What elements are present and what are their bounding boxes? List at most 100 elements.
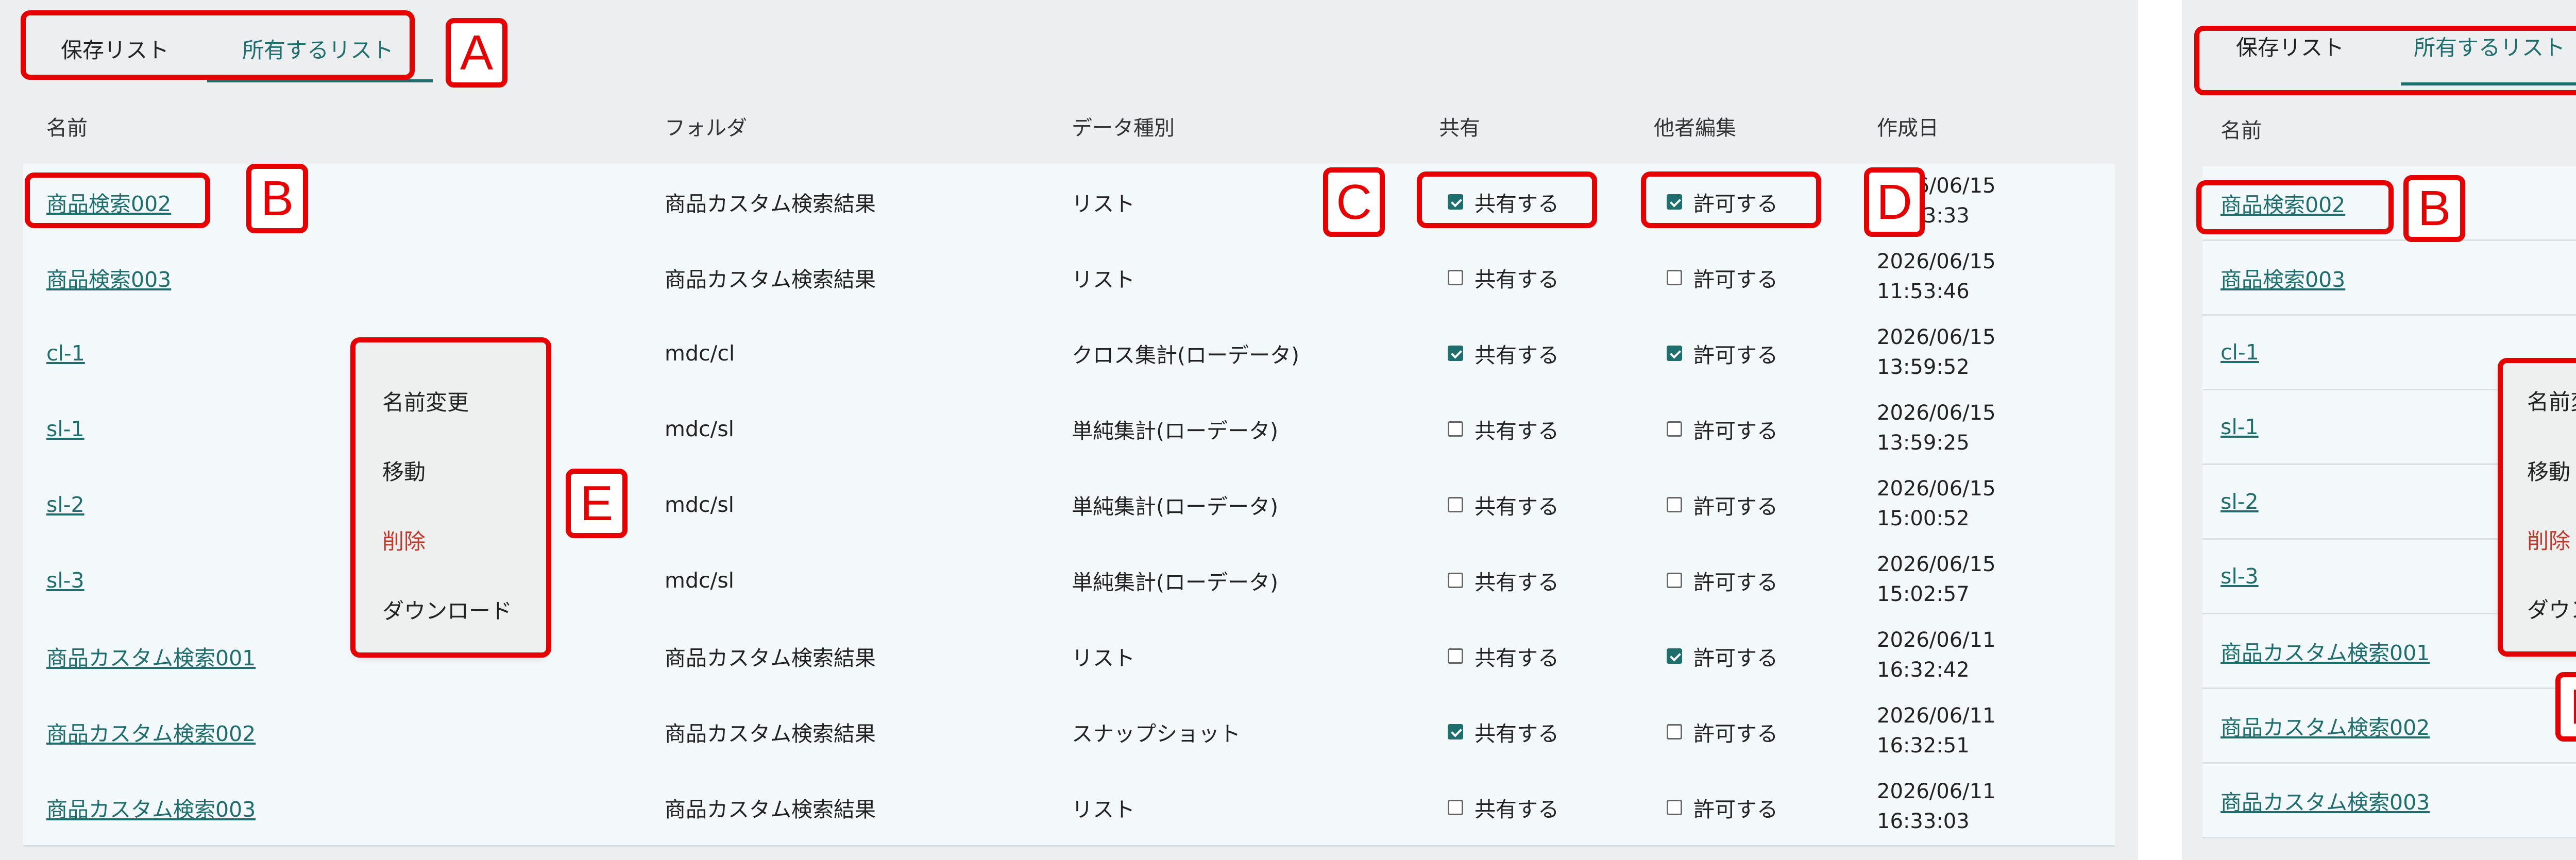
row-created: 2026/06/15 13:59:25 — [1877, 391, 1996, 458]
others-edit-checkbox[interactable] — [1667, 648, 1682, 664]
share-checkbox[interactable] — [1448, 572, 1463, 588]
row-created: 2026/06/11 16:32:51 — [1877, 694, 1996, 761]
annotation-box-c-edit — [1641, 171, 1821, 228]
created-time: 16:32:51 — [1877, 734, 1970, 758]
row-data-type: リスト — [1072, 645, 1135, 670]
row-data-type: 単純集計(ローデータ) — [1072, 494, 1278, 519]
row-name-cell: sl-3 — [2221, 540, 2259, 613]
row-folder: mdc/cl — [665, 340, 735, 366]
share-label: 共有する — [1475, 267, 1559, 292]
row-created: 2026/06/11 16:32:42 — [1877, 618, 1996, 685]
row-edit-cell: 許可する — [1667, 315, 1778, 391]
row-name-link[interactable]: 商品カスタム検索001 — [46, 641, 256, 672]
others-edit-checkbox[interactable] — [1667, 496, 1682, 512]
others-edit-checkbox[interactable] — [1667, 724, 1682, 739]
table-row: 商品検索003 — [2202, 241, 2576, 316]
column-header-share: 共有 — [1439, 116, 1480, 140]
row-share-cell: 共有する — [1448, 769, 1559, 845]
column-header-folder: フォルダ — [665, 116, 747, 140]
annotation-label-d: D — [1864, 167, 1925, 237]
share-checkbox[interactable] — [1448, 269, 1463, 285]
row-edit-cell: 許可する — [1667, 542, 1778, 618]
share-checkbox[interactable] — [1448, 724, 1463, 739]
saved-lists-panel-desktop: 保存リスト 所有するリスト 名前 フォルダ データ種別 共有 他者編集 作成日 … — [0, 0, 2138, 860]
share-checkbox[interactable] — [1448, 648, 1463, 664]
row-name-cell: sl-1 — [2221, 390, 2259, 463]
row-data-type: クロス集計(ローデータ) — [1072, 342, 1299, 368]
row-name-link[interactable]: 商品カスタム検索001 — [2221, 635, 2430, 666]
annotation-box-c — [1417, 171, 1597, 228]
annotation-label-c: C — [1323, 167, 1385, 237]
created-date: 2026/06/11 — [1877, 780, 1996, 803]
row-name-link[interactable]: sl-3 — [2221, 564, 2259, 589]
share-label: 共有する — [1475, 721, 1559, 746]
annotation-label-b-narrow: B — [2403, 175, 2465, 242]
table-row: cl-1 mdc/cl クロス集計(ローデータ) 共有する 許可する 2026/06/15… — [23, 315, 2115, 392]
row-name-link[interactable]: 商品カスタム検索003 — [46, 792, 256, 823]
row-created: 2026/06/15 13:59:52 — [1877, 315, 1996, 382]
row-name-link[interactable]: sl-2 — [2221, 489, 2259, 514]
column-header-others-edit: 他者編集 — [1654, 116, 1736, 140]
row-share-cell: 共有する — [1448, 542, 1559, 618]
row-name-link[interactable]: 商品カスタム検索002 — [2221, 710, 2430, 741]
created-time: 15:00:52 — [1877, 507, 1970, 530]
created-date: 2026/06/15 — [1877, 477, 1996, 501]
others-edit-label: 許可する — [1693, 342, 1778, 368]
row-name-cell: 商品カスタム検索003 — [2221, 764, 2430, 837]
annotation-box-a — [21, 10, 415, 80]
row-edit-cell: 許可する — [1667, 391, 1778, 467]
share-label: 共有する — [1475, 645, 1559, 670]
row-name-link[interactable]: cl-1 — [2221, 340, 2259, 365]
row-name-cell: 商品カスタム検索003 — [46, 769, 256, 845]
share-checkbox[interactable] — [1448, 496, 1463, 512]
row-name-link[interactable]: 商品検索003 — [46, 262, 171, 293]
annotation-label-a: A — [446, 18, 507, 88]
row-name-cell: 商品カスタム検索002 — [46, 694, 256, 769]
share-checkbox[interactable] — [1448, 345, 1463, 361]
row-name-link[interactable]: sl-2 — [46, 492, 84, 517]
row-edit-cell: 許可する — [1667, 694, 1778, 769]
row-name-link[interactable]: cl-1 — [46, 341, 85, 366]
others-edit-checkbox[interactable] — [1667, 269, 1682, 285]
row-name-link[interactable]: sl-1 — [46, 417, 84, 441]
others-edit-label: 許可する — [1693, 721, 1778, 746]
row-folder: mdc/sl — [665, 567, 735, 593]
row-name-link[interactable]: sl-1 — [2221, 415, 2259, 439]
others-edit-checkbox[interactable] — [1667, 799, 1682, 815]
share-checkbox[interactable] — [1448, 421, 1463, 437]
column-header-data-type: データ種別 — [1072, 116, 1175, 140]
row-name-cell: sl-2 — [46, 467, 84, 542]
row-data-type: リスト — [1072, 191, 1135, 216]
table-row: 商品検索003 商品カスタム検索結果 リスト 共有する 許可する 2026/06/15 11… — [23, 239, 2115, 317]
row-name-link[interactable]: sl-3 — [46, 568, 84, 593]
annotation-box-e-narrow — [2498, 358, 2576, 657]
row-share-cell: 共有する — [1448, 391, 1559, 467]
others-edit-checkbox[interactable] — [1667, 345, 1682, 361]
row-created: 2026/06/15 15:02:57 — [1877, 542, 1996, 609]
row-name-link[interactable]: 商品カスタム検索002 — [46, 716, 256, 747]
row-name-cell: cl-1 — [2221, 316, 2259, 389]
table-row: 商品カスタム検索002 — [2202, 689, 2576, 764]
share-label: 共有する — [1475, 418, 1559, 443]
row-name-cell: cl-1 — [46, 315, 85, 391]
table-row: 商品カスタム検索003 商品カスタム検索結果 リスト 共有する 許可する 2026/06/… — [23, 769, 2115, 847]
created-date: 2026/06/15 — [1877, 325, 1996, 349]
others-edit-checkbox[interactable] — [1667, 421, 1682, 437]
annotation-label-b: B — [246, 164, 308, 233]
row-share-cell: 共有する — [1448, 239, 1559, 315]
annotation-box-b-narrow — [2196, 180, 2394, 234]
others-edit-label: 許可する — [1693, 494, 1778, 519]
others-edit-checkbox[interactable] — [1667, 572, 1682, 588]
table-row: 商品カスタム検索003 — [2202, 764, 2576, 838]
row-created: 2026/06/15 15:00:52 — [1877, 467, 1996, 534]
row-name-link[interactable]: 商品カスタム検索003 — [2221, 785, 2430, 816]
created-date: 2026/06/11 — [1877, 628, 1996, 652]
table-row: 商品カスタム検索002 商品カスタム検索結果 スナップショット 共有する 許可する 202… — [23, 694, 2115, 771]
table-row: sl-1 mdc/sl 単純集計(ローデータ) 共有する 許可する 2026/06/15 1… — [23, 391, 2115, 468]
row-name-link[interactable]: 商品検索003 — [2221, 262, 2345, 293]
row-name-cell: 商品カスタム検索002 — [2221, 689, 2430, 762]
share-checkbox[interactable] — [1448, 799, 1463, 815]
row-created: 2026/06/15 11:53:46 — [1877, 239, 1996, 306]
table-row: sl-3 mdc/sl 単純集計(ローデータ) 共有する 許可する 2026/06/15 1… — [23, 542, 2115, 620]
row-name-cell: 商品検索003 — [2221, 241, 2345, 314]
